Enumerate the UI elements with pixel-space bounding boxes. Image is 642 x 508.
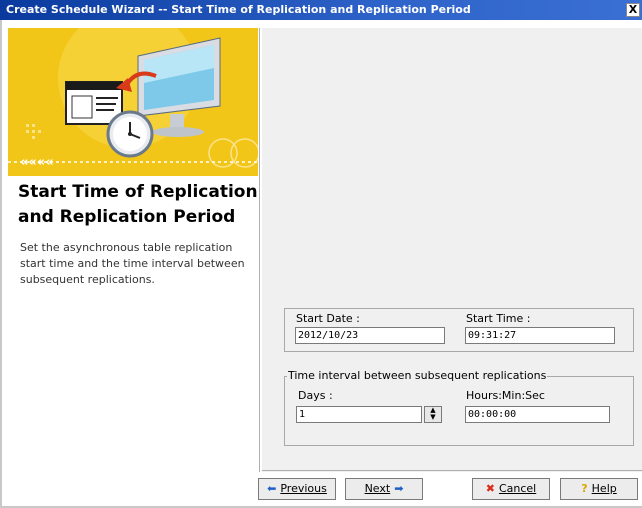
hms-label: Hours:Min:Sec	[466, 389, 545, 402]
cancel-button-label: Cancel	[498, 482, 537, 495]
cancel-button[interactable]: ✖ Cancel	[472, 478, 550, 500]
wizard-left-panel: «««« Start Time of Replication and Repli…	[8, 28, 260, 472]
help-button[interactable]: ? Help	[560, 478, 638, 500]
wizard-banner-illustration: ««««	[8, 28, 258, 176]
help-button-label: Help	[591, 482, 617, 495]
button-separator	[262, 470, 642, 471]
step-description: Set the asynchronous table replication s…	[20, 240, 246, 288]
clock-icon	[106, 110, 154, 158]
arrow-left-icon: ⬅	[267, 482, 277, 495]
previous-button[interactable]: ⬅ Previous	[258, 478, 336, 500]
hms-field[interactable]: 00:00:00	[465, 406, 610, 423]
step-title-line-2: and Replication Period	[18, 207, 236, 227]
spin-down-icon[interactable]: ▼	[425, 414, 441, 421]
days-label: Days :	[298, 389, 333, 402]
banner-graphic: ««««	[8, 28, 258, 176]
start-date-field[interactable]: 2012/10/23	[295, 327, 445, 344]
start-date-label: Start Date :	[296, 312, 360, 325]
cancel-x-icon: ✖	[485, 482, 495, 495]
previous-button-label: Previous	[280, 482, 327, 495]
interval-group-legend: Time interval between subsequent replica…	[287, 369, 548, 382]
arrow-right-icon: ➡	[394, 482, 404, 495]
title-bar: Create Schedule Wizard -- Start Time of …	[0, 0, 642, 20]
close-button[interactable]: X	[626, 3, 640, 17]
start-time-field[interactable]: 09:31:27	[465, 327, 615, 344]
step-title-line-1: Start Time of Replication	[18, 182, 258, 202]
question-mark-icon: ?	[581, 482, 588, 495]
step-desc-line-3: subsequent replications.	[20, 273, 155, 286]
days-spinner[interactable]: ▲ ▼	[424, 406, 442, 423]
days-field[interactable]: 1	[296, 406, 422, 423]
next-button[interactable]: Next ➡	[345, 478, 423, 500]
start-time-label: Start Time :	[466, 312, 531, 325]
step-desc-line-1: Set the asynchronous table replication	[20, 241, 233, 254]
step-title: Start Time of Replication and Replicatio…	[18, 180, 258, 230]
window-title: Create Schedule Wizard -- Start Time of …	[6, 3, 471, 16]
next-button-label: Next	[364, 482, 391, 495]
svg-text:««««: ««««	[20, 155, 54, 170]
step-desc-line-2: start time and the time interval between	[20, 257, 245, 270]
